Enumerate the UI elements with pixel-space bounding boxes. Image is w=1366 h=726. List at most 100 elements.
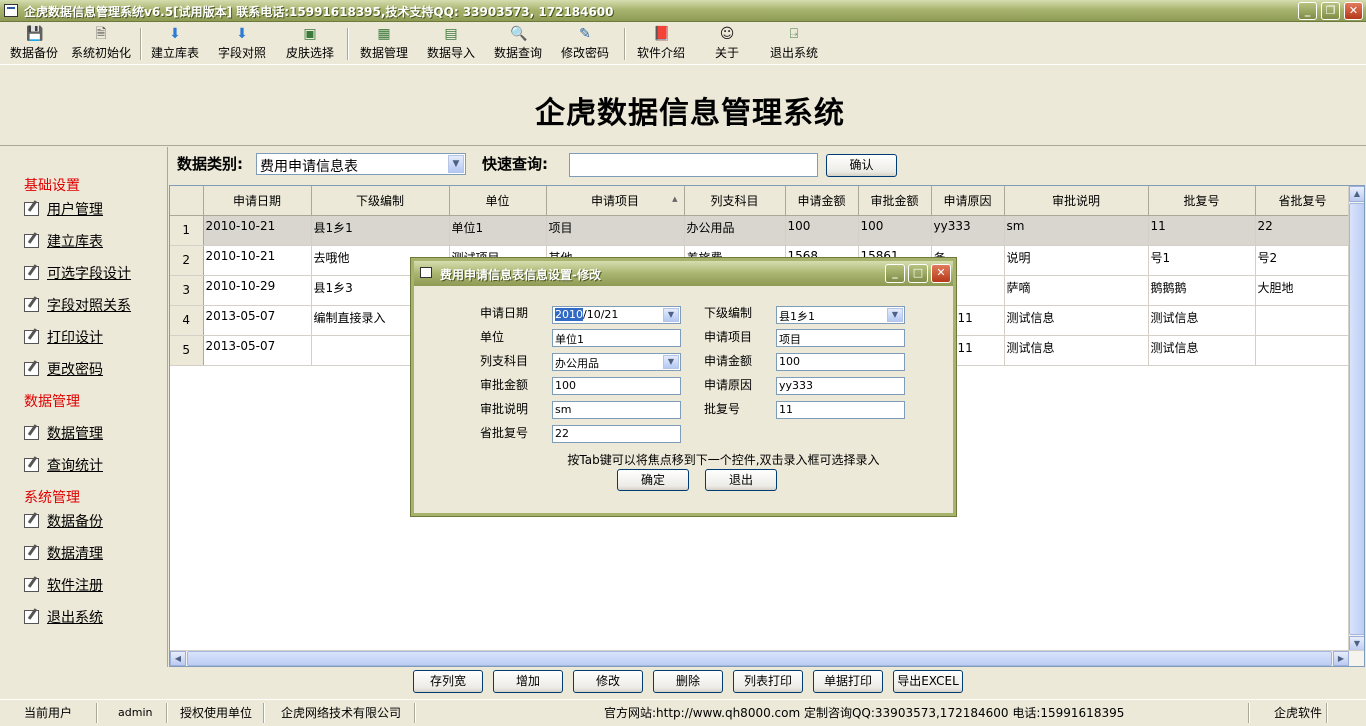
column-header[interactable]: 申请原因	[931, 186, 1005, 216]
toolbar-exit-button[interactable]: ⍈ 退出系统	[767, 26, 821, 64]
table-cell[interactable]: 2010-10-21	[203, 245, 312, 276]
row-number[interactable]: 3	[170, 275, 204, 306]
export-excel-button[interactable]: 导出EXCEL	[893, 670, 963, 693]
table-cell[interactable]: yy333	[931, 215, 1005, 246]
sidebar-item-print-design[interactable]: 打印设计	[24, 327, 103, 347]
table-cell[interactable]: 大胆地	[1255, 275, 1351, 306]
print-form-button[interactable]: 单据打印	[813, 670, 883, 693]
apply-date-picker[interactable]: 2010/10/21 ▼	[552, 306, 681, 324]
table-cell[interactable]: 测试信息	[1148, 305, 1256, 336]
table-cell[interactable]: 县1乡1	[311, 215, 450, 246]
table-cell[interactable]: 22	[1255, 215, 1351, 246]
toolbar-about-software-button[interactable]: 📕 软件介绍	[634, 26, 688, 64]
column-header[interactable]: 审批说明	[1004, 186, 1149, 216]
table-cell[interactable]: 2010-10-21	[203, 215, 312, 246]
dialog-maximize-button[interactable]: □	[908, 264, 928, 283]
horizontal-scrollbar[interactable]: ◀ ▶	[170, 650, 1364, 666]
column-header[interactable]: 下级编制	[311, 186, 450, 216]
category-select[interactable]: 费用申请信息表 ▼	[256, 153, 466, 175]
toolbar-create-table-button[interactable]: ⬇ 建立库表	[148, 26, 202, 64]
subject-select[interactable]: 办公用品 ▼	[552, 353, 681, 371]
confirm-button[interactable]: 确认	[826, 154, 897, 177]
toolbar-import-button[interactable]: ▤ 数据导入	[424, 26, 478, 64]
sidebar-item-field-design[interactable]: 可选字段设计	[24, 263, 131, 283]
sidebar-item-exit[interactable]: 退出系统	[24, 607, 103, 627]
table-row[interactable]: 1 2010-10-21 县1乡1 单位1 项目 办公用品 100 100 yy…	[170, 215, 1351, 246]
column-header[interactable]: 申请项目 ▲	[546, 186, 685, 216]
row-number[interactable]: 2	[170, 245, 204, 276]
search-input[interactable]	[569, 153, 818, 177]
toolbar-skin-button[interactable]: ▣ 皮肤选择	[283, 26, 337, 64]
approval-note-field[interactable]: sm	[552, 401, 681, 419]
table-cell[interactable]	[1255, 335, 1351, 366]
sidebar-item-clean[interactable]: 数据清理	[24, 543, 103, 563]
reason-field[interactable]: yy333	[776, 377, 905, 395]
sub-unit-select[interactable]: 县1乡1 ▼	[776, 306, 905, 324]
scroll-left-icon[interactable]: ◀	[170, 651, 186, 666]
table-cell[interactable]: 2010-10-29	[203, 275, 312, 306]
sidebar-item-user-manage[interactable]: 用户管理	[24, 199, 103, 219]
row-number[interactable]: 1	[170, 215, 204, 246]
dialog-ok-button[interactable]: 确定	[617, 469, 689, 491]
table-cell[interactable]: 2013-05-07	[203, 305, 312, 336]
amount-field[interactable]: 100	[776, 353, 905, 371]
table-cell[interactable]: 11	[1148, 215, 1256, 246]
print-list-button[interactable]: 列表打印	[733, 670, 803, 693]
table-cell[interactable]: 单位1	[449, 215, 547, 246]
dialog-minimize-button[interactable]: _	[885, 264, 905, 283]
scroll-thumb[interactable]	[187, 651, 1332, 666]
sidebar-item-create-table[interactable]: 建立库表	[24, 231, 103, 251]
project-field[interactable]: 项目	[776, 329, 905, 347]
table-cell[interactable]: 2013-05-07	[203, 335, 312, 366]
row-number[interactable]: 5	[170, 335, 204, 366]
column-header[interactable]: 批复号	[1148, 186, 1256, 216]
chevron-down-icon[interactable]: ▼	[448, 155, 464, 173]
column-header[interactable]: 单位	[449, 186, 547, 216]
approved-amount-field[interactable]: 100	[552, 377, 681, 395]
row-number[interactable]: 4	[170, 305, 204, 336]
toolbar-data-manage-button[interactable]: ▦ 数据管理	[357, 26, 411, 64]
table-cell[interactable]: 萨嘀	[1004, 275, 1149, 306]
close-button[interactable]: ✕	[1344, 2, 1363, 20]
chevron-down-icon[interactable]: ▼	[663, 355, 679, 369]
column-header[interactable]: 列支科目	[684, 186, 786, 216]
table-cell[interactable]: 测试信息	[1148, 335, 1256, 366]
table-cell[interactable]: sm	[1004, 215, 1149, 246]
reply-number-field[interactable]: 11	[776, 401, 905, 419]
toolbar-backup-button[interactable]: 💾 数据备份	[7, 26, 61, 64]
table-cell[interactable]: 鹅鹅鹅	[1148, 275, 1256, 306]
column-header[interactable]: 省批复号	[1255, 186, 1351, 216]
column-header[interactable]: 申请日期	[203, 186, 312, 216]
dialog-title-bar[interactable]: 费用申请信息表信息设置-修改 _ □ ✕	[414, 261, 953, 286]
column-header[interactable]: 申请金额	[785, 186, 859, 216]
table-cell[interactable]: 项目	[546, 215, 685, 246]
chevron-down-icon[interactable]: ▼	[887, 308, 903, 322]
sidebar-item-query-stats[interactable]: 查询统计	[24, 455, 103, 475]
sidebar-item-backup[interactable]: 数据备份	[24, 511, 103, 531]
edit-button[interactable]: 修改	[573, 670, 643, 693]
table-cell[interactable]: 办公用品	[684, 215, 786, 246]
table-cell[interactable]: 说明	[1004, 245, 1149, 276]
restore-button[interactable]: ❐	[1321, 2, 1340, 20]
vertical-scrollbar[interactable]: ▲ ▼	[1348, 186, 1364, 652]
toolbar-about-button[interactable]: ☺ 关于	[710, 26, 744, 64]
column-header[interactable]: 审批金额	[858, 186, 932, 216]
table-cell[interactable]	[1255, 305, 1351, 336]
sidebar-item-field-map[interactable]: 字段对照关系	[24, 295, 131, 315]
scroll-thumb[interactable]	[1349, 203, 1364, 635]
dialog-exit-button[interactable]: 退出	[705, 469, 777, 491]
table-cell[interactable]: 测试信息	[1004, 305, 1149, 336]
sidebar-item-data-manage[interactable]: 数据管理	[24, 423, 103, 443]
province-reply-field[interactable]: 22	[552, 425, 681, 443]
add-button[interactable]: 增加	[493, 670, 563, 693]
unit-field[interactable]: 单位1	[552, 329, 681, 347]
sidebar-item-change-password[interactable]: 更改密码	[24, 359, 103, 379]
table-cell[interactable]: 号2	[1255, 245, 1351, 276]
chevron-down-icon[interactable]: ▼	[663, 308, 679, 322]
save-column-width-button[interactable]: 存列宽	[413, 670, 483, 693]
table-cell[interactable]: 100	[785, 215, 859, 246]
minimize-button[interactable]: _	[1298, 2, 1317, 20]
scroll-up-icon[interactable]: ▲	[1349, 186, 1364, 202]
scroll-right-icon[interactable]: ▶	[1333, 651, 1349, 666]
dialog-close-button[interactable]: ✕	[931, 264, 951, 283]
